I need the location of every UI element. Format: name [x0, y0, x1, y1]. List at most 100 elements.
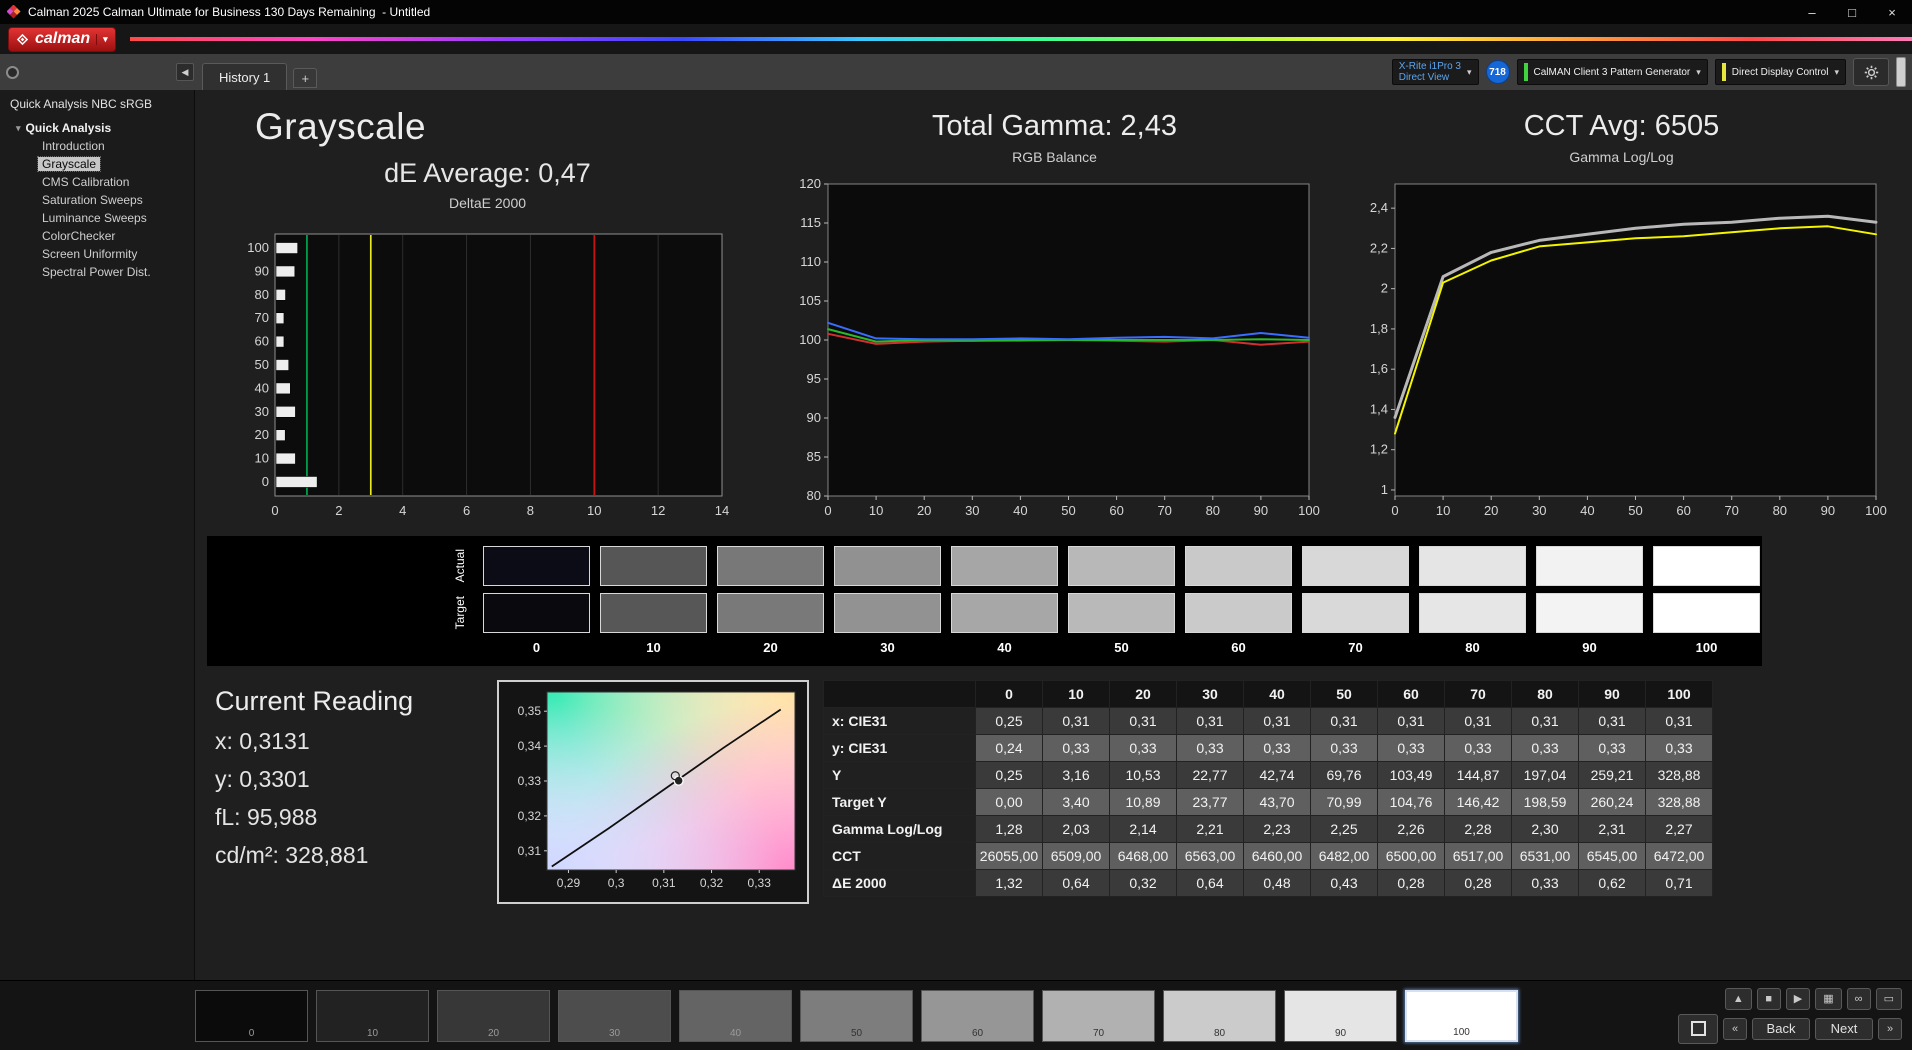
svg-text:0,34: 0,34 [518, 739, 542, 753]
save-button[interactable]: ▦ [1815, 988, 1841, 1010]
sidebar-item-screen-uniformity[interactable]: Screen Uniformity [38, 247, 141, 261]
row-label-y: Y [824, 762, 976, 789]
chevron-down-icon: ▾ [1834, 67, 1839, 78]
row-label-y-cie31: y: CIE31 [824, 735, 976, 762]
pattern-level-label: 0 [196, 1028, 307, 1039]
meter-status-badge[interactable]: 718 [1486, 60, 1510, 84]
sidebar-item-luminance-sweeps[interactable]: Luminance Sweeps [38, 211, 151, 225]
pattern-button-70[interactable]: 70 [1042, 990, 1155, 1042]
stop-button[interactable]: ■ [1757, 988, 1781, 1010]
sidebar-item-grayscale[interactable]: Grayscale [38, 157, 100, 171]
next-chevron-button[interactable]: » [1878, 1018, 1902, 1040]
display-control-selector[interactable]: Direct Display Control ▾ [1715, 59, 1846, 85]
table-cell: 1,32 [976, 870, 1043, 897]
panel-scroll-button[interactable] [1896, 57, 1906, 87]
pattern-button-30[interactable]: 30 [558, 990, 671, 1042]
back-chevron-button[interactable]: « [1723, 1018, 1747, 1040]
pattern-button-0[interactable]: 0 [195, 990, 308, 1042]
table-cell: 6500,00 [1378, 843, 1445, 870]
pattern-window-button[interactable] [1678, 1014, 1718, 1044]
pattern-up-button[interactable]: ▲ [1725, 988, 1752, 1010]
table-header-100: 100 [1646, 681, 1713, 708]
pattern-button-50[interactable]: 50 [800, 990, 913, 1042]
pattern-bar: 0 10 2030405060708090100 ▲ ■ ▶▦ ∞ ▭ « Back Nex… [0, 980, 1912, 1050]
table-cell: 0,31 [1579, 708, 1646, 735]
table-cell: 2,30 [1512, 816, 1579, 843]
total-gamma-readout: Total Gamma: 2,43 [932, 110, 1177, 143]
pattern-generator-selector[interactable]: CalMAN Client 3 Pattern Generator ▾ [1517, 59, 1708, 85]
target-swatch-30 [834, 593, 941, 633]
pattern-button-10[interactable]: 10 [316, 990, 429, 1042]
svg-text:10: 10 [1436, 503, 1450, 518]
target-swatch-0 [483, 593, 590, 633]
pattern-button-20[interactable]: 20 [437, 990, 550, 1042]
table-row-y-cie31: y: CIE310,240,330,330,330,330,330,330,33… [824, 735, 1713, 762]
pattern-button-40[interactable]: 40 [679, 990, 792, 1042]
svg-text:30: 30 [255, 404, 269, 419]
svg-text:1,6: 1,6 [1370, 361, 1388, 376]
sidebar-item-cms-calibration[interactable]: CMS Calibration [38, 175, 133, 189]
pattern-button-100[interactable]: 100 [1405, 990, 1518, 1042]
table-cell: 3,16 [1043, 762, 1110, 789]
pattern-level-label: 10 [317, 1028, 428, 1039]
svg-text:85: 85 [807, 449, 821, 464]
chevron-down-icon: ▾ [1467, 67, 1472, 78]
sidebar-collapse-button[interactable]: ◀ [176, 63, 194, 81]
pattern-button-60[interactable]: 60 [921, 990, 1034, 1042]
close-button[interactable]: × [1872, 0, 1912, 24]
stop-icon: ■ [1765, 993, 1772, 1005]
meter-selector[interactable]: X-Rite i1Pro 3 Direct View ▾ [1392, 59, 1479, 85]
band-level-label-100: 100 [1653, 640, 1760, 658]
sidebar-item-introduction[interactable]: Introduction [38, 139, 109, 153]
calman-diamond-icon [16, 33, 29, 46]
sidebar-item-colorchecker[interactable]: ColorChecker [38, 229, 119, 243]
table-cell: 6468,00 [1110, 843, 1177, 870]
table-cell: 0,31 [1646, 708, 1713, 735]
table-cell: 0,31 [1043, 708, 1110, 735]
target-swatch-50 [1068, 593, 1175, 633]
minimize-button[interactable]: – [1792, 0, 1832, 24]
svg-text:60: 60 [1676, 503, 1690, 518]
play-button[interactable]: ▶ [1786, 988, 1810, 1010]
tab-history-1[interactable]: History 1 [202, 63, 287, 90]
table-cell: 43,70 [1244, 789, 1311, 816]
settings-button[interactable] [1853, 58, 1889, 86]
svg-text:0: 0 [1391, 503, 1398, 518]
actual-swatch-90 [1536, 546, 1643, 586]
table-cell: 2,28 [1445, 816, 1512, 843]
next-button[interactable]: Next [1815, 1018, 1873, 1040]
green-status-stripe [1524, 63, 1528, 81]
row-label-gamma-log-log: Gamma Log/Log [824, 816, 976, 843]
svg-text:30: 30 [965, 503, 979, 518]
sidebar-section-quick-analysis[interactable]: ▾ Quick Analysis [16, 121, 194, 135]
pattern-button-80[interactable]: 80 [1163, 990, 1276, 1042]
sidebar-item-spectral-power-dist[interactable]: Spectral Power Dist. [38, 265, 155, 279]
calman-logo-text: calman [35, 30, 90, 48]
add-tab-button[interactable]: + [293, 68, 317, 88]
link-button[interactable]: ∞ [1847, 988, 1871, 1010]
actual-swatch-50 [1068, 546, 1175, 586]
band-level-label-0: 0 [483, 640, 590, 658]
target-swatch-20 [717, 593, 824, 633]
actual-swatch-60 [1185, 546, 1292, 586]
session-menu-button[interactable] [6, 66, 19, 79]
table-header-80: 80 [1512, 681, 1579, 708]
svg-text:0,29: 0,29 [557, 876, 581, 890]
table-cell: 0,31 [1445, 708, 1512, 735]
table-cell: 1,28 [976, 816, 1043, 843]
sidebar-item-saturation-sweeps[interactable]: Saturation Sweeps [38, 193, 147, 207]
table-cell: 198,59 [1512, 789, 1579, 816]
calman-menu-button[interactable]: calman ▾ [8, 27, 116, 52]
back-button[interactable]: Back [1752, 1018, 1810, 1040]
svg-text:50: 50 [255, 357, 269, 372]
target-swatch-90 [1536, 593, 1643, 633]
svg-text:0: 0 [262, 474, 269, 489]
display-button[interactable]: ▭ [1876, 988, 1902, 1010]
pattern-button-90[interactable]: 90 [1284, 990, 1397, 1042]
display-icon: ▭ [1884, 992, 1894, 1005]
svg-text:1,8: 1,8 [1370, 321, 1388, 336]
table-cell: 0,28 [1445, 870, 1512, 897]
maximize-button[interactable]: □ [1832, 0, 1872, 24]
band-level-label-20: 20 [717, 640, 824, 658]
table-row-target-y: Target Y0,003,4010,8923,7743,7070,99104,… [824, 789, 1713, 816]
